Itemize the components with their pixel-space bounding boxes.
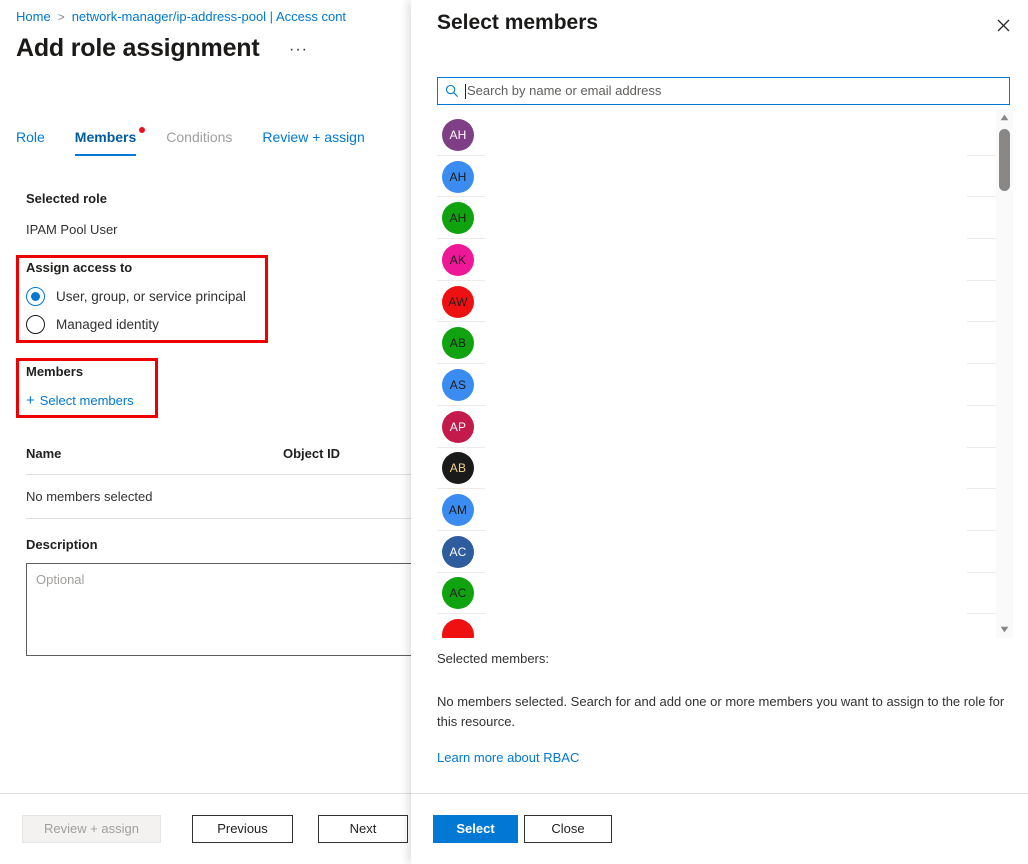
page-title: Add role assignment bbox=[16, 34, 260, 62]
plus-icon: + bbox=[26, 392, 35, 409]
avatar: AW bbox=[442, 285, 474, 318]
next-button[interactable]: Next bbox=[318, 815, 408, 843]
avatar: AH bbox=[442, 118, 474, 151]
list-item[interactable]: AH bbox=[437, 197, 1010, 239]
avatar: AM bbox=[442, 494, 474, 527]
assign-access-to-heading: Assign access to bbox=[26, 260, 133, 275]
tab-members-required-dot-icon bbox=[139, 127, 146, 133]
tab-review-assign-label: Review + assign bbox=[262, 129, 365, 145]
avatar: AB bbox=[442, 327, 474, 360]
avatar: AB bbox=[442, 452, 474, 485]
tab-role-label: Role bbox=[16, 129, 45, 145]
select-members-link-label: Select members bbox=[39, 393, 134, 408]
flyout-footer-divider bbox=[411, 793, 1028, 794]
list-item[interactable]: AC bbox=[437, 531, 1010, 573]
selected-role-heading: Selected role bbox=[26, 191, 107, 206]
wizard-tabs: Role Members Conditions Review + assign bbox=[16, 127, 395, 156]
scroll-down-arrow-icon[interactable] bbox=[996, 621, 1013, 638]
avatar: AS bbox=[442, 368, 474, 401]
members-heading: Members bbox=[26, 364, 84, 379]
screen-root: Home > network-manager/ip-address-pool | A… bbox=[0, 0, 1028, 864]
avatar: AH bbox=[442, 160, 474, 193]
close-icon[interactable] bbox=[988, 10, 1018, 40]
tab-conditions-label: Conditions bbox=[166, 129, 233, 145]
avatar: AC bbox=[442, 577, 474, 610]
breadcrumb-current[interactable]: network-manager/ip-address-pool | Access… bbox=[72, 9, 346, 24]
scroll-up-arrow-icon[interactable] bbox=[996, 109, 1013, 126]
radio-managed-identity[interactable]: Managed identity bbox=[26, 315, 159, 334]
more-options-icon[interactable]: ··· bbox=[289, 42, 308, 58]
list-item[interactable]: AH bbox=[437, 156, 1010, 198]
search-placeholder: Search by name or email address bbox=[467, 83, 662, 98]
radio-user-group-service-principal-label: User, group, or service principal bbox=[56, 288, 246, 304]
select-members-flyout: Select members Search by name or email a… bbox=[411, 0, 1028, 864]
close-button[interactable]: Close bbox=[524, 815, 612, 843]
tab-conditions[interactable]: Conditions bbox=[166, 128, 232, 156]
list-item[interactable]: AB bbox=[437, 322, 1010, 364]
list-item[interactable] bbox=[437, 614, 1010, 638]
avatar bbox=[442, 619, 474, 638]
text-cursor bbox=[465, 83, 466, 99]
avatar: AP bbox=[442, 410, 474, 443]
members-table-empty-text: No members selected bbox=[26, 489, 153, 504]
search-input[interactable]: Search by name or email address bbox=[437, 77, 1010, 105]
tab-members-label: Members bbox=[74, 129, 137, 145]
description-label: Description bbox=[26, 537, 98, 552]
select-button[interactable]: Select bbox=[433, 815, 518, 843]
select-members-link[interactable]: + Select members bbox=[26, 392, 134, 410]
list-item[interactable]: AM bbox=[437, 489, 1010, 531]
radio-unselected-icon bbox=[26, 315, 45, 334]
breadcrumb-separator-icon: > bbox=[57, 10, 65, 24]
list-item[interactable]: AK bbox=[437, 239, 1010, 281]
radio-user-group-service-principal[interactable]: User, group, or service principal bbox=[26, 287, 246, 306]
scrollbar-thumb[interactable] bbox=[999, 129, 1010, 191]
list-item[interactable]: AS bbox=[437, 364, 1010, 406]
breadcrumb: Home > network-manager/ip-address-pool | A… bbox=[16, 8, 346, 26]
previous-button[interactable]: Previous bbox=[192, 815, 293, 843]
people-results-list[interactable]: AH AH AH AK AW AB AS AP AB AM AC AC bbox=[437, 114, 1010, 638]
list-item[interactable]: AP bbox=[437, 406, 1010, 448]
tab-review-assign[interactable]: Review + assign bbox=[262, 128, 364, 156]
avatar: AC bbox=[442, 535, 474, 568]
tab-members[interactable]: Members bbox=[74, 127, 146, 156]
column-header-name: Name bbox=[26, 446, 62, 461]
breadcrumb-home[interactable]: Home bbox=[16, 9, 51, 24]
selected-members-label: Selected members: bbox=[437, 651, 549, 666]
learn-more-about-rbac-link[interactable]: Learn more about RBAC bbox=[437, 749, 579, 767]
flyout-title: Select members bbox=[437, 11, 599, 34]
tab-role[interactable]: Role bbox=[16, 128, 45, 156]
selected-role-value: IPAM Pool User bbox=[26, 222, 118, 237]
avatar: AH bbox=[442, 202, 474, 235]
avatar: AK bbox=[442, 243, 474, 276]
review-assign-button[interactable]: Review + assign bbox=[22, 815, 161, 843]
list-item[interactable]: AB bbox=[437, 448, 1010, 490]
list-item[interactable]: AW bbox=[437, 281, 1010, 323]
list-item[interactable]: AC bbox=[437, 573, 1010, 615]
radio-selected-icon bbox=[26, 287, 45, 306]
search-icon bbox=[445, 84, 459, 98]
list-item[interactable]: AH bbox=[437, 114, 1010, 156]
people-list-scrollbar[interactable] bbox=[996, 109, 1013, 638]
selected-members-empty-text: No members selected. Search for and add … bbox=[437, 694, 1005, 729]
radio-managed-identity-label: Managed identity bbox=[56, 316, 159, 332]
